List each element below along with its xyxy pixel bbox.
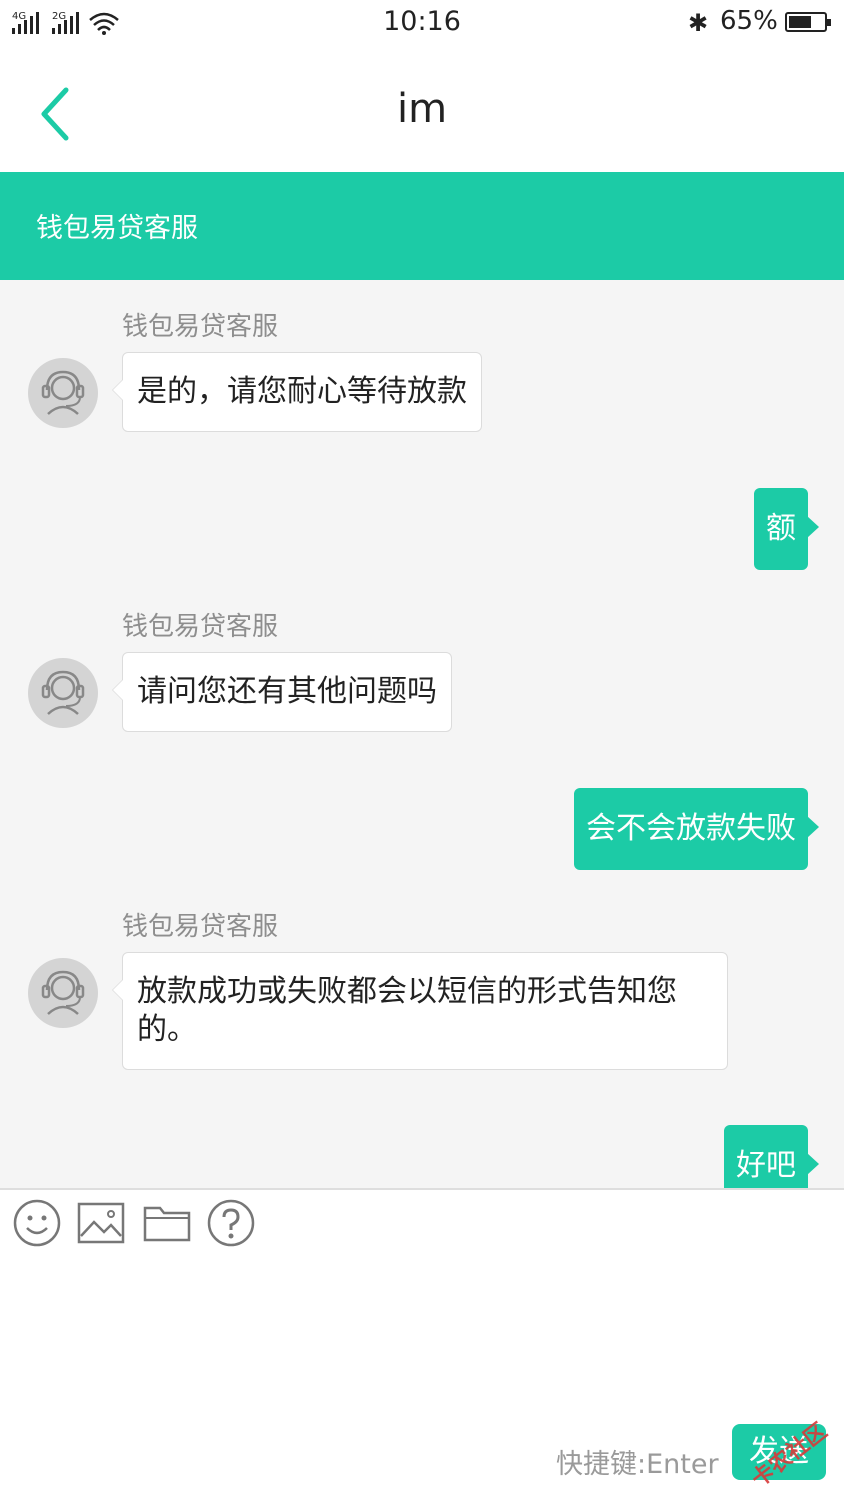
- outgoing-message: 额: [754, 488, 819, 570]
- service-banner: 钱包易贷客服: [0, 172, 844, 280]
- page-title: im: [396, 86, 448, 132]
- incoming-message: 放款成功或失败都会以短信的形式告知您的。: [112, 952, 728, 1070]
- battery-percent: 65%: [720, 6, 778, 36]
- agent-avatar: [28, 658, 98, 728]
- outgoing-message: 会不会放款失败: [574, 788, 819, 870]
- outgoing-message: 好吧: [724, 1125, 819, 1188]
- headset-icon: [41, 370, 85, 415]
- agent-avatar: [28, 958, 98, 1028]
- message-sender: 钱包易贷客服: [122, 912, 279, 942]
- nav-bar: im: [0, 46, 844, 172]
- headset-icon: [41, 970, 85, 1015]
- battery-icon: [785, 12, 831, 32]
- incoming-message: 请问您还有其他问题吗: [112, 652, 452, 732]
- send-button[interactable]: 发送: [732, 1424, 826, 1480]
- emoji-icon[interactable]: [12, 1198, 62, 1248]
- battery-fill: [789, 16, 812, 28]
- shortcut-hint: 快捷键:Enter: [556, 1449, 719, 1480]
- message-input[interactable]: 快捷键:Enter 发送 卡农社区: [0, 1252, 844, 1500]
- bluetooth-icon: ✱: [688, 9, 709, 37]
- status-bar: 4G 2G 10:16 ✱ 65%: [0, 0, 844, 46]
- agent-avatar: [28, 358, 98, 428]
- image-icon[interactable]: [76, 1198, 126, 1248]
- input-toolbar: [0, 1188, 844, 1252]
- message-sender: 钱包易贷客服: [122, 612, 279, 642]
- chat-area[interactable]: 钱包易贷客服 是的，请您耐心等待放款 额 钱包易贷客服 请问您还有其他问题吗 会…: [0, 280, 844, 1188]
- headset-icon: [41, 670, 85, 715]
- status-time: 10:16: [383, 6, 461, 37]
- incoming-message: 是的，请您耐心等待放款: [112, 352, 482, 432]
- message-sender: 钱包易贷客服: [122, 312, 279, 342]
- help-icon[interactable]: [206, 1198, 256, 1248]
- service-name: 钱包易贷客服: [36, 213, 198, 244]
- folder-icon[interactable]: [142, 1198, 192, 1248]
